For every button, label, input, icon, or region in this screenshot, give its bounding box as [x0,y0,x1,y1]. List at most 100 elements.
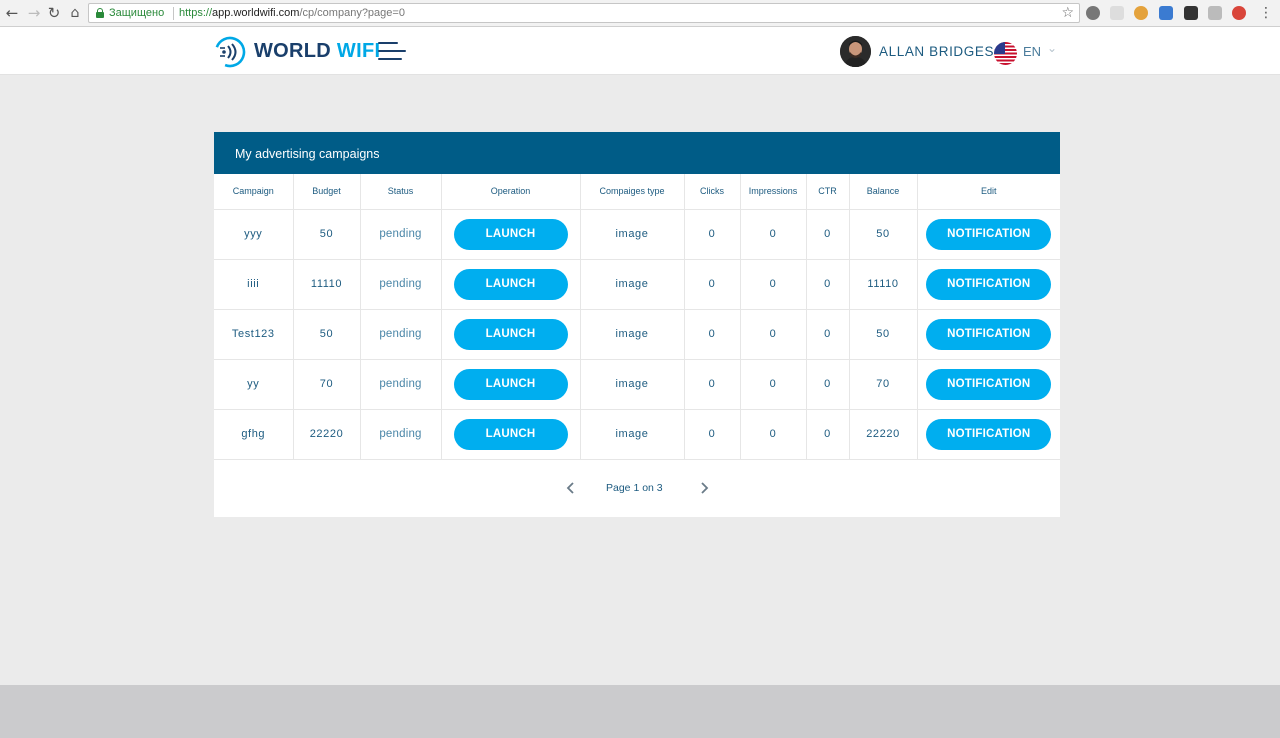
chevron-right-icon[interactable] [698,479,710,497]
url-path: /cp/company?page=0 [299,7,405,19]
cell-clicks: 0 [684,209,741,260]
launch-button[interactable]: LAUNCH [453,368,568,400]
cell-edit: NOTIFICATION [917,409,1060,460]
col-header-type: Compaiges type [580,174,685,210]
cell-operation: LAUNCH [441,359,581,410]
cell-clicks: 0 [684,309,741,360]
user-name[interactable]: ALLAN BRIDGES [879,44,994,59]
table-row: gfhg 22220 pending LAUNCH image 0 0 0 22… [214,409,1060,460]
forward-icon[interactable]: → [24,4,44,22]
cell-status: pending [360,409,442,460]
notification-button[interactable]: NOTIFICATION [926,318,1052,350]
notification-button[interactable]: NOTIFICATION [926,218,1052,250]
cell-operation: LAUNCH [441,409,581,460]
table-row: yy 70 pending LAUNCH image 0 0 0 70 NOTI… [214,359,1060,410]
url-separator [173,7,174,20]
pagination: Page 1 on 3 [214,479,1060,499]
cell-ctr: 0 [806,359,850,410]
page-indicator: Page 1 on 3 [606,482,663,494]
logo-word-wifi: WIFI [336,40,381,62]
cell-balance: 22220 [849,409,918,460]
col-header-budget: Budget [293,174,361,210]
cell-campaign: yy [214,359,294,410]
launch-button[interactable]: LAUNCH [453,418,568,450]
cell-type: image [580,359,685,410]
cell-clicks: 0 [684,409,741,460]
cell-status: pending [360,259,442,310]
extension-icon-gray[interactable] [1110,6,1124,20]
launch-button[interactable]: LAUNCH [453,268,568,300]
cell-impressions: 0 [740,309,807,360]
chevron-left-icon[interactable] [565,479,577,497]
cell-impressions: 0 [740,209,807,260]
cell-edit: NOTIFICATION [917,209,1060,260]
cell-ctr: 0 [806,309,850,360]
col-header-campaign: Campaign [214,174,294,210]
home-icon[interactable]: ⌂ [65,4,85,22]
cell-operation: LAUNCH [441,259,581,310]
lock-icon [96,8,104,18]
notification-button[interactable]: NOTIFICATION [926,368,1052,400]
language-selector[interactable]: EN [1023,44,1041,59]
launch-button[interactable]: LAUNCH [453,218,568,250]
extension-icon-cookie[interactable] [1134,6,1148,20]
col-header-balance: Balance [849,174,918,210]
world-wifi-logo-icon[interactable] [214,36,246,68]
extension-icon-tool[interactable] [1208,6,1222,20]
back-icon[interactable]: ← [2,4,22,22]
footer-band [0,685,1280,738]
browser-menu-icon[interactable]: ⋮ [1256,4,1276,22]
cell-campaign: gfhg [214,409,294,460]
campaigns-panel: My advertising campaigns Campaign Budget… [214,132,1060,517]
cell-campaign: iiii [214,259,294,310]
cell-type: image [580,309,685,360]
col-header-ctr: CTR [806,174,850,210]
user-avatar-icon [840,36,871,67]
cell-status: pending [360,309,442,360]
notification-button[interactable]: NOTIFICATION [926,418,1052,450]
address-bar[interactable]: Защищено https://app.worldwifi.com/cp/co… [88,3,1080,23]
secure-label: Защищено [109,7,165,19]
table-row: Test123 50 pending LAUNCH image 0 0 0 50… [214,309,1060,360]
cell-budget: 70 [293,359,361,410]
cell-type: image [580,409,685,460]
cell-ctr: 0 [806,209,850,260]
cell-impressions: 0 [740,359,807,410]
cell-budget: 50 [293,309,361,360]
cell-type: image [580,259,685,310]
col-header-status: Status [360,174,442,210]
col-header-operation: Operation [441,174,581,210]
hamburger-menu-icon[interactable] [378,39,406,63]
extension-icon-on[interactable] [1184,6,1198,20]
logo-word-world: WORLD [254,40,332,62]
avatar[interactable] [840,36,871,67]
table-header-row: Campaign Budget Status Operation Compaig… [214,174,1060,210]
cell-budget: 50 [293,209,361,260]
chevron-down-icon[interactable]: ⌄ [1047,41,1057,55]
extension-icon-pocket[interactable] [1159,6,1173,20]
cell-edit: NOTIFICATION [917,359,1060,410]
cell-clicks: 0 [684,259,741,310]
cell-impressions: 0 [740,409,807,460]
cell-edit: NOTIFICATION [917,309,1060,360]
us-flag-icon[interactable] [994,42,1017,65]
launch-button[interactable]: LAUNCH [453,318,568,350]
bookmark-star-icon[interactable]: ☆ [1061,5,1074,21]
cell-balance: 50 [849,209,918,260]
url-host: app.worldwifi.com [212,7,300,19]
cell-balance: 11110 [849,259,918,310]
cell-clicks: 0 [684,359,741,410]
cell-edit: NOTIFICATION [917,259,1060,310]
cell-budget: 11110 [293,259,361,310]
cell-ctr: 0 [806,409,850,460]
extension-icon-umbrella[interactable] [1232,6,1246,20]
notification-button[interactable]: NOTIFICATION [926,268,1052,300]
col-header-edit: Edit [917,174,1060,210]
extension-icon-pin[interactable] [1086,6,1100,20]
cell-campaign: Test123 [214,309,294,360]
col-header-impressions: Impressions [740,174,807,210]
cell-balance: 70 [849,359,918,410]
reload-icon[interactable]: ↻ [44,4,64,22]
table-row: yyy 50 pending LAUNCH image 0 0 0 50 NOT… [214,209,1060,260]
logo-wordmark[interactable]: WORLD WIFI [254,40,380,63]
